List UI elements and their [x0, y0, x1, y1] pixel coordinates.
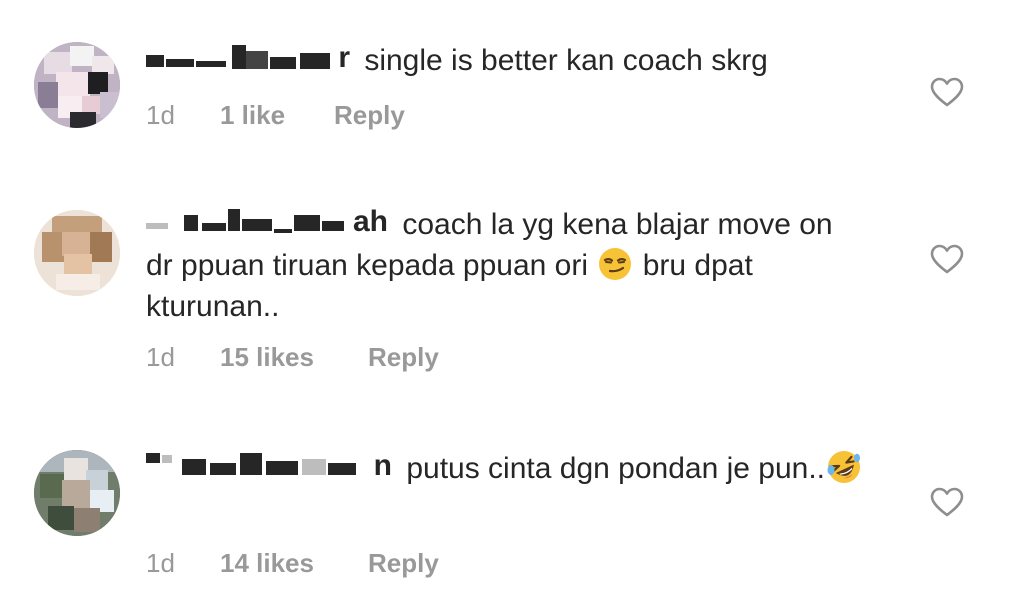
comment-text: putus cinta dgn pondan je pun.. [398, 452, 826, 485]
username-redacted[interactable]: r [146, 43, 350, 73]
comment-time: 1d [146, 342, 175, 372]
username-visible-part: n [373, 449, 392, 482]
comment-body: r single is better kan coach skrg [146, 40, 866, 81]
comment-time: 1d [146, 548, 175, 578]
comment-meta: 1d 14 likes Reply [146, 548, 439, 578]
likes-count[interactable]: 1 like [220, 100, 285, 130]
reply-button[interactable]: Reply [368, 342, 439, 372]
likes-count[interactable]: 15 likes [220, 342, 314, 372]
avatar[interactable] [34, 210, 120, 296]
heart-outline-icon[interactable] [930, 77, 964, 107]
reply-button[interactable]: Reply [368, 548, 439, 578]
username-redacted[interactable]: ah [146, 207, 388, 237]
comment-body: ah coach la yg kena blajar move on dr pp… [146, 204, 866, 327]
comment-meta: 1d 1 like Reply [146, 100, 405, 130]
comment-body: n putus cinta dgn pondan je pun.. [146, 448, 866, 489]
username-redacted[interactable]: n [146, 451, 392, 481]
comment-list: r single is better kan coach skrg 1d 1 l… [0, 0, 1024, 611]
likes-count[interactable]: 14 likes [220, 548, 314, 578]
rolling-on-floor-laughing-emoji [827, 451, 861, 483]
smirking-face-emoji [599, 248, 632, 280]
comment-time: 1d [146, 100, 175, 130]
heart-outline-icon[interactable] [930, 487, 964, 517]
avatar[interactable] [34, 450, 120, 536]
avatar[interactable] [34, 42, 120, 128]
username-visible-part: ah [352, 205, 388, 238]
comment-meta: 1d 15 likes Reply [146, 342, 439, 372]
comment-text: single is better kan coach skrg [356, 44, 768, 77]
reply-button[interactable]: Reply [334, 100, 405, 130]
username-visible-part: r [338, 41, 350, 74]
heart-outline-icon[interactable] [930, 244, 964, 274]
